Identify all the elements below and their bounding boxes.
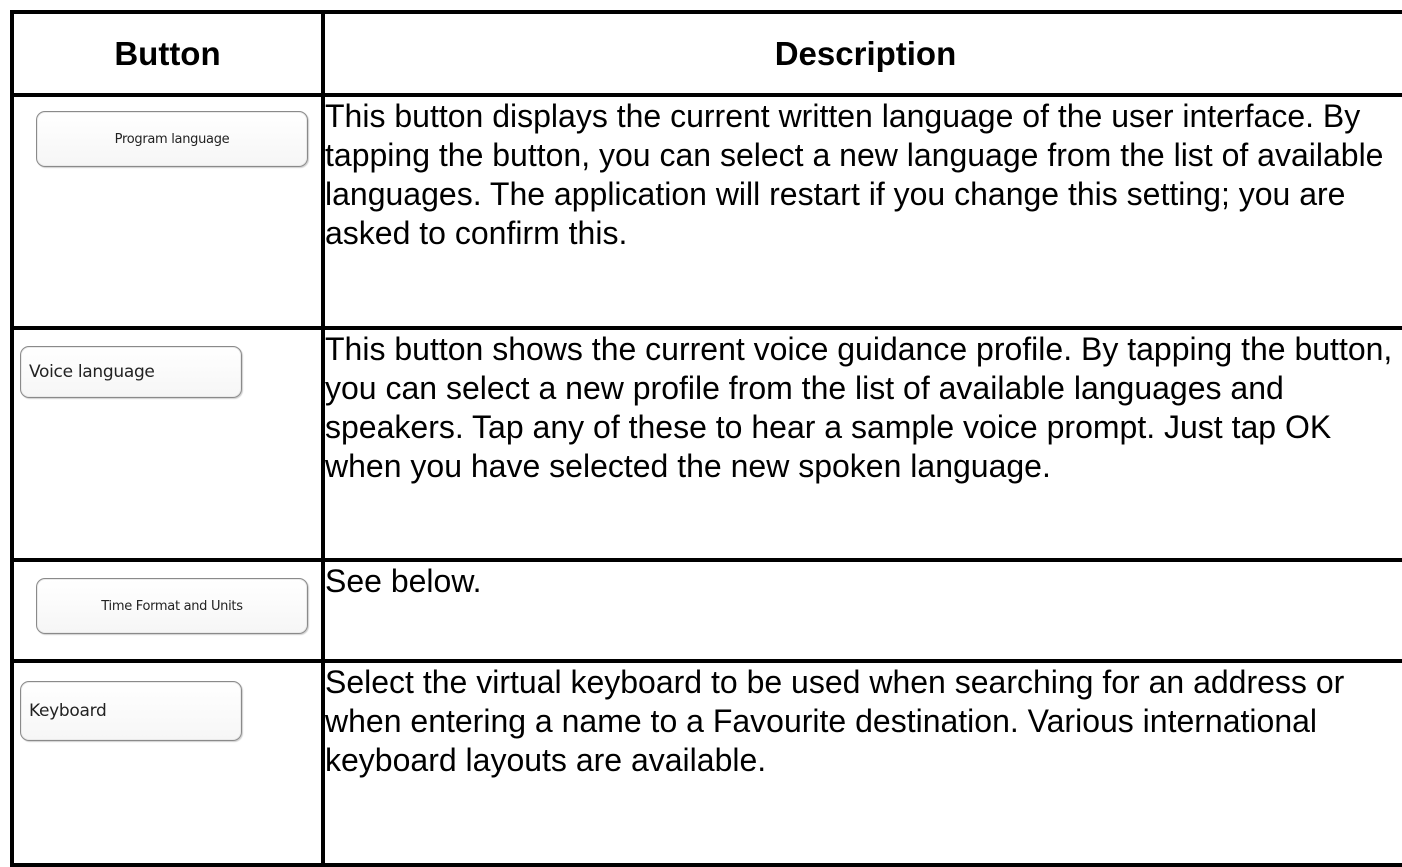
- button-cell: Program language: [10, 93, 325, 330]
- program-language-button-label: Program language: [114, 131, 230, 147]
- keyboard-button[interactable]: Keyboard: [20, 681, 242, 741]
- settings-table: Button Description Program language This…: [10, 10, 1402, 867]
- description-cell: This button displays the current written…: [321, 93, 1402, 330]
- header-description: Description: [321, 10, 1402, 97]
- header-button: Button: [10, 10, 325, 97]
- table-row: Time Format and Units See below.: [10, 558, 1402, 663]
- time-format-units-button[interactable]: Time Format and Units: [36, 578, 308, 634]
- button-cell: Keyboard: [10, 659, 325, 867]
- time-format-units-button-label: Time Format and Units: [101, 598, 243, 614]
- program-language-button[interactable]: Program language: [36, 111, 308, 167]
- button-cell: Time Format and Units: [10, 558, 325, 663]
- description-cell: See below.: [321, 558, 1402, 663]
- button-cell: Voice language: [10, 326, 325, 562]
- voice-language-button[interactable]: Voice language: [20, 346, 242, 398]
- keyboard-button-label: Keyboard: [29, 701, 107, 721]
- table-row: Program language This button displays th…: [10, 93, 1402, 330]
- description-cell: Select the virtual keyboard to be used w…: [321, 659, 1402, 867]
- description-cell: This button shows the current voice guid…: [321, 326, 1402, 562]
- voice-language-button-label: Voice language: [29, 362, 155, 382]
- table-header-row: Button Description: [10, 10, 1402, 97]
- table-row: Keyboard Select the virtual keyboard to …: [10, 659, 1402, 867]
- table-row: Voice language This button shows the cur…: [10, 326, 1402, 562]
